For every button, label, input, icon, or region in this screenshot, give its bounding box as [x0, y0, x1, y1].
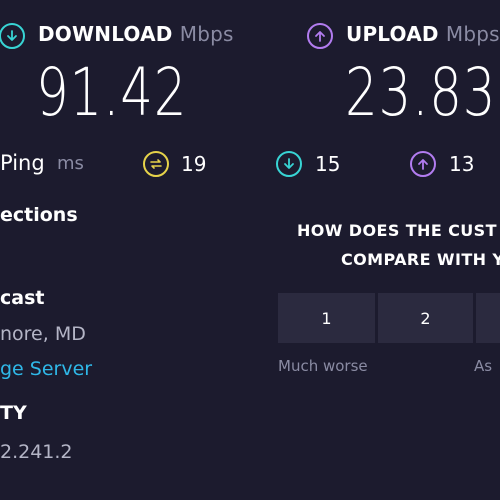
- ping-idle-icon: [143, 151, 169, 177]
- ping-upload-icon: [410, 151, 436, 177]
- survey-question-line2: COMPARE WITH Y: [341, 250, 500, 269]
- ping-label: Ping: [0, 151, 45, 175]
- upload-speed-value: 23.83: [345, 54, 497, 131]
- download-unit: Mbps: [179, 22, 234, 46]
- server-location: nore, MD: [0, 323, 86, 345]
- download-speed-value: 91.42: [36, 54, 188, 131]
- upload-header: UPLOAD Mbps: [346, 22, 500, 46]
- survey-question-line1: HOW DOES THE CUST: [297, 221, 497, 240]
- isp-name: cast: [0, 287, 45, 309]
- download-header: DOWNLOAD Mbps: [38, 22, 234, 46]
- ping-unit: ms: [57, 153, 84, 174]
- rating-option-2[interactable]: 2: [378, 293, 473, 343]
- scale-label-mid: As: [474, 357, 493, 375]
- rating-option-1[interactable]: 1: [278, 293, 375, 343]
- arrow-down-circle-icon: [0, 23, 25, 49]
- ping-upload-value: 13: [449, 152, 475, 176]
- speedtest-results-page: DOWNLOAD Mbps 91.42 UPLOAD Mbps 23.83 Pi…: [0, 0, 500, 500]
- change-server-link[interactable]: ge Server: [0, 358, 92, 380]
- ping-download-value: 15: [315, 152, 341, 176]
- upload-title: UPLOAD: [346, 22, 439, 46]
- ip-label: TY: [0, 402, 27, 424]
- ping-idle-value: 19: [181, 152, 207, 176]
- download-title: DOWNLOAD: [38, 22, 173, 46]
- upload-unit: Mbps: [445, 22, 500, 46]
- scale-label-low: Much worse: [278, 357, 368, 375]
- ping-download-icon: [276, 151, 302, 177]
- connections-label: ections: [0, 204, 78, 226]
- ip-address: 2.241.2: [0, 441, 73, 463]
- rating-option-3[interactable]: [476, 293, 500, 343]
- arrow-up-circle-icon: [307, 23, 333, 49]
